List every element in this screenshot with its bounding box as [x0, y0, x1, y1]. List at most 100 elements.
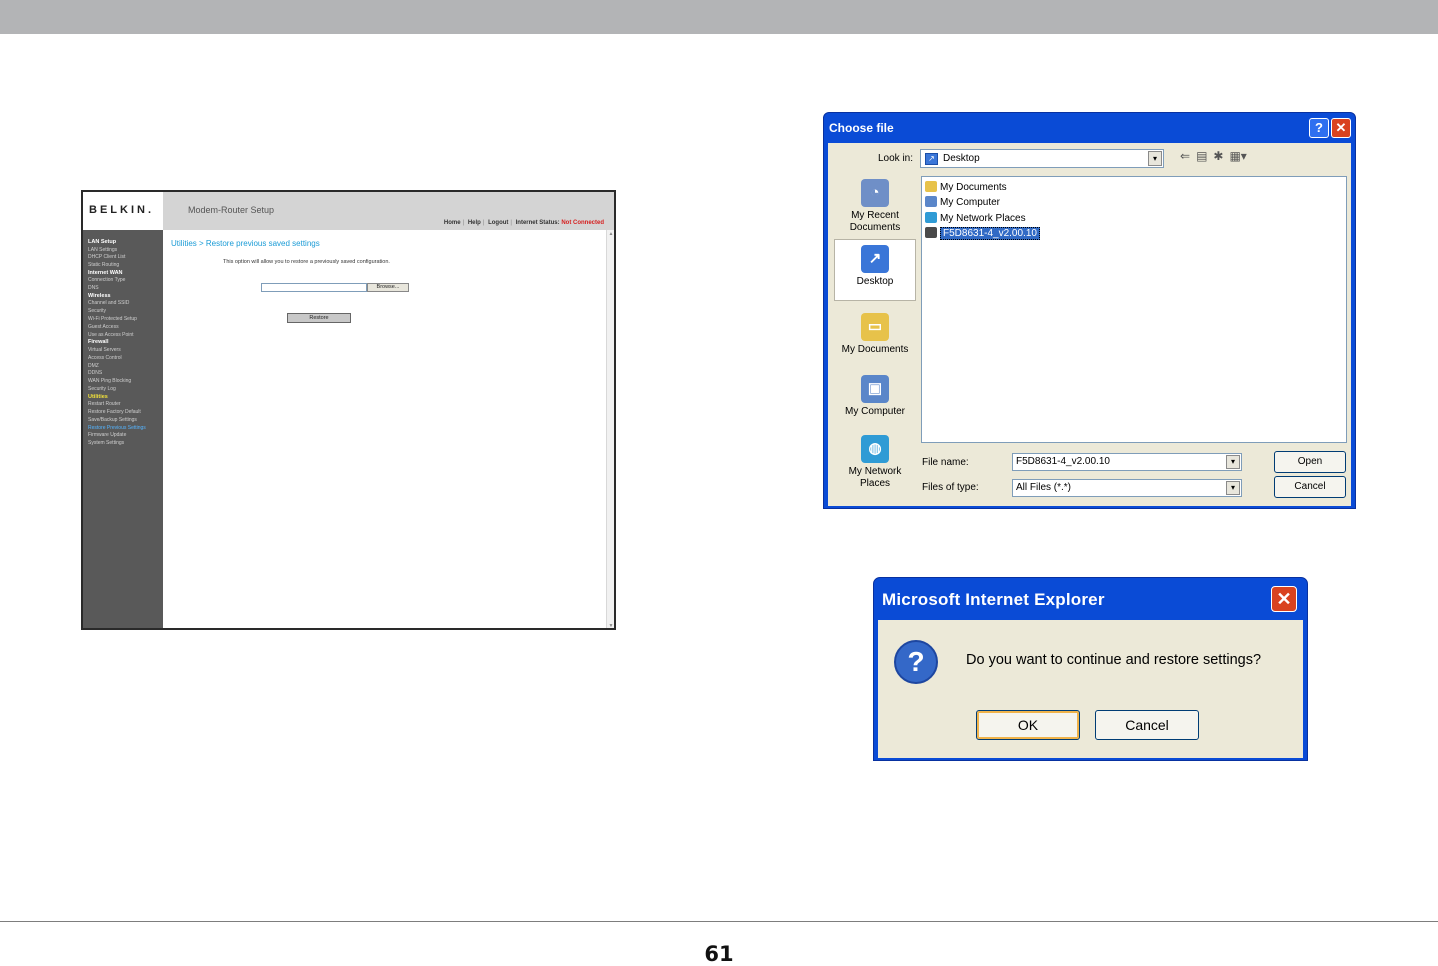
logout-link[interactable]: Logout — [488, 220, 508, 226]
computer-icon — [925, 196, 937, 207]
dialog-title: Microsoft Internet Explorer — [882, 590, 1105, 609]
sidebar-item-restore-previous[interactable]: Restore Previous Settings — [88, 425, 163, 433]
folder-icon — [925, 181, 937, 192]
ie-confirm-dialog: Microsoft Internet Explorer ✕ ? Do you w… — [873, 577, 1308, 761]
place-my-network-places[interactable]: ◍ My Network Places — [834, 435, 916, 490]
chevron-down-icon[interactable]: ▾ — [1148, 151, 1162, 166]
file-name-input[interactable]: F5D8631-4_v2.00.10 ▾ — [1012, 453, 1242, 471]
sidebar-item-wan-ping-blocking[interactable]: WAN Ping Blocking — [88, 378, 163, 386]
file-icon — [925, 227, 937, 238]
cancel-button[interactable]: Cancel — [1274, 476, 1346, 498]
my-network-places-icon: ◍ — [861, 435, 889, 463]
file-name-label: File name: — [922, 457, 969, 468]
sidebar-item-access-point[interactable]: Use as Access Point — [88, 332, 163, 340]
breadcrumb: Utilities > Restore previous saved setti… — [171, 239, 320, 248]
list-item-selected[interactable]: F5D8631-4_v2.00.10 — [925, 227, 1040, 241]
sidebar-section-utilities[interactable]: Utilities — [88, 394, 163, 402]
sidebar-item-ddns[interactable]: DDNS — [88, 370, 163, 378]
place-label: My Documents — [841, 344, 909, 355]
sidebar-item-lan-settings[interactable]: LAN Settings — [88, 247, 163, 255]
router-sidebar: LAN Setup LAN Settings DHCP Client List … — [83, 230, 163, 628]
back-icon[interactable]: ⇐ — [1180, 149, 1190, 163]
router-main-content: Utilities > Restore previous saved setti… — [163, 230, 606, 628]
sidebar-item-save-backup[interactable]: Save/Backup Settings — [88, 417, 163, 425]
close-icon[interactable]: ✕ — [1331, 118, 1351, 138]
chevron-down-icon[interactable]: ▾ — [1226, 455, 1240, 469]
sidebar-section-internet-wan[interactable]: Internet WAN — [88, 270, 163, 278]
sidebar-item-virtual-servers[interactable]: Virtual Servers — [88, 347, 163, 355]
place-label: Desktop — [856, 276, 894, 287]
restore-button[interactable]: Restore — [287, 313, 351, 323]
scroll-up-icon[interactable]: ▲ — [608, 231, 614, 237]
sidebar-section-lan-setup[interactable]: LAN Setup — [88, 239, 163, 247]
cancel-button[interactable]: Cancel — [1095, 710, 1199, 740]
ok-button[interactable]: OK — [976, 710, 1080, 740]
list-item[interactable]: My Documents — [925, 181, 1007, 195]
place-label: My Recent Documents — [849, 210, 901, 233]
sidebar-item-restore-factory-default[interactable]: Restore Factory Default — [88, 409, 163, 417]
internet-status-label: Internet Status: — [515, 220, 560, 226]
sidebar-item-firmware-update[interactable]: Firmware Update — [88, 432, 163, 440]
new-folder-icon[interactable]: ✱ — [1213, 149, 1223, 163]
place-my-computer[interactable]: ▣ My Computer — [834, 375, 916, 418]
open-button[interactable]: Open — [1274, 451, 1346, 473]
place-my-recent-documents[interactable]: ◔ My Recent Documents — [834, 179, 916, 234]
desktop-icon: ↗ — [861, 245, 889, 273]
list-item[interactable]: My Network Places — [925, 212, 1026, 226]
my-documents-icon: ▭ — [861, 313, 889, 341]
sidebar-item-dhcp-client-list[interactable]: DHCP Client List — [88, 254, 163, 262]
sidebar-item-connection-type[interactable]: Connection Type — [88, 277, 163, 285]
dialog-message: Do you want to continue and restore sett… — [966, 652, 1262, 668]
router-scrollbar[interactable]: ▲ ▼ — [606, 230, 614, 628]
scroll-down-icon[interactable]: ▼ — [608, 623, 614, 628]
sidebar-item-dns[interactable]: DNS — [88, 285, 163, 293]
files-of-type-select[interactable]: All Files (*.*) ▾ — [1012, 479, 1242, 497]
choose-file-dialog: Choose file ? ✕ Look in: ↗ Desktop ▾ ⇐ ▤ ✱… — [823, 112, 1356, 509]
place-desktop[interactable]: ↗ Desktop — [834, 239, 916, 301]
desktop-icon: ↗ — [925, 153, 938, 165]
file-list[interactable]: My Documents My Computer My Network Plac… — [921, 176, 1347, 443]
sidebar-item-static-routing[interactable]: Static Routing — [88, 262, 163, 270]
sidebar-item-security-log[interactable]: Security Log — [88, 386, 163, 394]
look-in-select[interactable]: ↗ Desktop ▾ — [920, 149, 1164, 168]
files-of-type-value: All Files (*.*) — [1016, 482, 1072, 493]
recent-documents-icon: ◔ — [861, 179, 889, 207]
description-text: This option will allow you to restore a … — [223, 259, 390, 265]
file-path-input[interactable] — [261, 283, 367, 292]
file-name-value: F5D8631-4_v2.00.10 — [1016, 456, 1110, 467]
dialog-body: ? Do you want to continue and restore se… — [878, 620, 1303, 758]
list-item[interactable]: My Computer — [925, 196, 1000, 210]
sidebar-item-system-settings[interactable]: System Settings — [88, 440, 163, 448]
header-band — [0, 0, 1438, 34]
look-in-value: Desktop — [943, 153, 980, 164]
look-in-label: Look in: — [878, 153, 914, 164]
dialog-body: Look in: ↗ Desktop ▾ ⇐ ▤ ✱ ▦▾ ◔ My Recent D… — [828, 143, 1351, 506]
help-icon[interactable]: ? — [1309, 118, 1329, 138]
question-icon: ? — [894, 640, 938, 684]
places-bar: ◔ My Recent Documents ↗ Desktop ▭ My Doc… — [834, 179, 916, 499]
router-top-links: Home | Help | Logout | Internet Status: Not… — [443, 220, 604, 226]
internet-status-value: Not Connected — [561, 220, 604, 226]
files-of-type-label: Files of type: — [922, 482, 979, 493]
place-label: My Computer — [844, 406, 905, 417]
sidebar-item-restart-router[interactable]: Restart Router — [88, 401, 163, 409]
up-folder-icon[interactable]: ▤ — [1196, 149, 1207, 163]
sidebar-item-security[interactable]: Security — [88, 308, 163, 316]
sidebar-item-wps[interactable]: Wi-Fi Protected Setup — [88, 316, 163, 324]
home-link[interactable]: Home — [444, 220, 461, 226]
browse-button[interactable]: Browse... — [367, 283, 409, 292]
views-menu-icon[interactable]: ▦▾ — [1229, 149, 1246, 163]
router-setup-screenshot: BELKIN. Modem-Router Setup Home | Help | L… — [81, 190, 616, 630]
sidebar-section-firewall[interactable]: Firewall — [88, 339, 163, 347]
sidebar-item-access-control[interactable]: Access Control — [88, 355, 163, 363]
footer-divider — [0, 921, 1438, 922]
help-link[interactable]: Help — [468, 220, 481, 226]
sidebar-section-wireless[interactable]: Wireless — [88, 293, 163, 301]
sidebar-item-guest-access[interactable]: Guest Access — [88, 324, 163, 332]
close-icon[interactable]: ✕ — [1271, 586, 1297, 612]
sidebar-item-dmz[interactable]: DMZ — [88, 363, 163, 371]
place-my-documents[interactable]: ▭ My Documents — [834, 313, 916, 356]
sidebar-item-channel-ssid[interactable]: Channel and SSID — [88, 300, 163, 308]
chevron-down-icon[interactable]: ▾ — [1226, 481, 1240, 495]
belkin-logo: BELKIN. — [83, 192, 163, 230]
